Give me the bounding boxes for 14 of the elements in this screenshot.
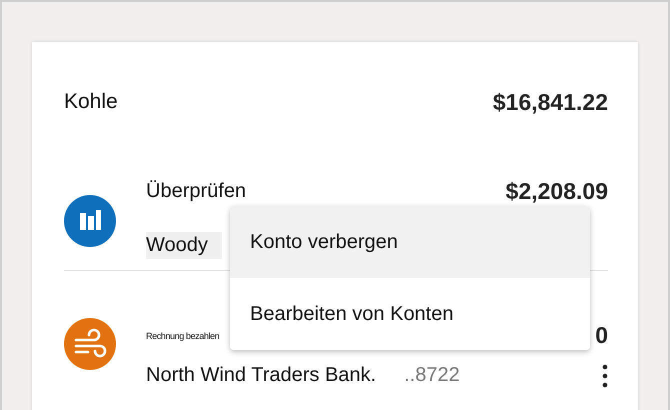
account-owner: Woody: [146, 232, 222, 258]
menu-item[interactable]: Konto verbergen: [230, 206, 590, 278]
bars-logo-icon: [64, 195, 116, 247]
account-number: ..8722: [404, 364, 460, 388]
wind-logo-icon: [64, 318, 116, 370]
account-amount: 0: [595, 322, 608, 350]
account-amount: $2,208.09: [506, 178, 608, 204]
account-name: Überprüfen: [146, 180, 246, 202]
account-name: North Wind Traders Bank.: [146, 364, 376, 388]
total-amount: $16,841.22: [492, 88, 608, 116]
more-icon[interactable]: [602, 364, 608, 388]
pay-bill-link[interactable]: Rechnung bezahlen: [146, 330, 220, 341]
menu-item[interactable]: Bearbeiten von Konten: [230, 278, 590, 350]
card-title: Kohle: [64, 90, 118, 114]
